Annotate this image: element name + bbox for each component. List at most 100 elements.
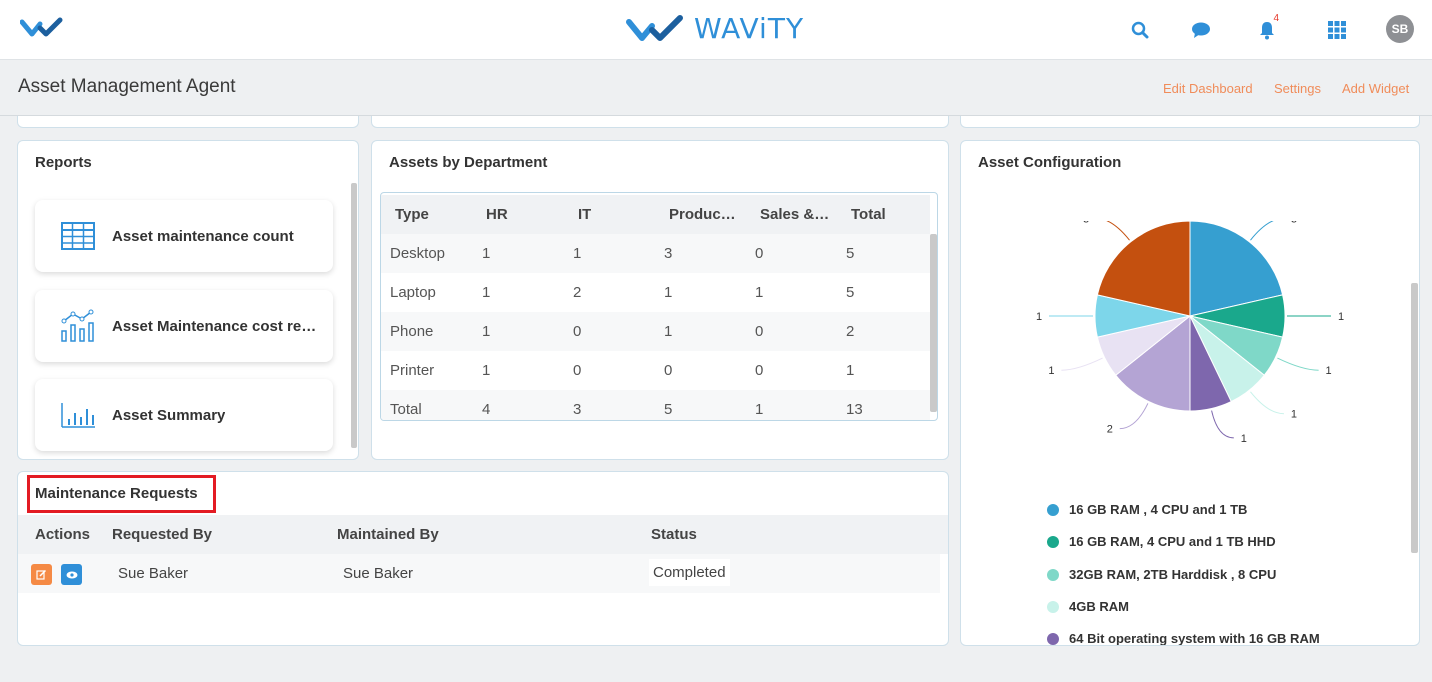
table-cell: 1 xyxy=(482,284,491,301)
reports-scrollbar[interactable] xyxy=(351,183,357,448)
department-title: Assets by Department xyxy=(389,154,548,171)
pie-value-label: 3 xyxy=(1291,221,1297,225)
report-card-asset-summary[interactable]: Asset Summary xyxy=(35,379,333,451)
table-scrollbar[interactable] xyxy=(930,234,937,412)
table-cell: 1 xyxy=(846,362,855,379)
reports-widget: Reports Asset maintenance count Asset Ma… xyxy=(17,140,359,460)
page-title: Asset Management Agent xyxy=(18,76,236,97)
legend-dot xyxy=(1047,535,1059,548)
report-label: Asset maintenance count xyxy=(112,227,294,245)
brand-mark-icon xyxy=(626,14,683,41)
table-cell: 1 xyxy=(755,284,764,301)
table-cell: Phone xyxy=(390,323,434,340)
line-bar-chart-icon xyxy=(58,308,98,344)
add-widget-link[interactable]: Add Widget xyxy=(1342,81,1409,96)
legend-item[interactable]: 16 GB RAM, 4 CPU and 1 TB HHD xyxy=(1047,534,1276,549)
status-badge: Completed xyxy=(649,559,730,586)
table-cell: 3 xyxy=(664,245,673,262)
reports-title: Reports xyxy=(35,154,92,171)
table-cell: 0 xyxy=(755,362,764,379)
table-row[interactable]: Sue Baker Sue Baker Completed xyxy=(18,554,940,593)
table-header-row: Actions Requested By Maintained By Statu… xyxy=(18,515,948,554)
table-cell: 13 xyxy=(846,401,863,418)
column-header[interactable]: Maintained By xyxy=(337,526,439,543)
brand-name: WAViTY xyxy=(694,12,805,45)
legend-label: 16 GB RAM, 4 CPU and 1 TB HHD xyxy=(1069,534,1276,549)
department-table: Type HR IT Produc… Sales &… Total Deskto… xyxy=(380,192,938,421)
column-header[interactable]: Produc… xyxy=(669,206,736,223)
column-header[interactable]: Status xyxy=(651,526,697,543)
legend-item[interactable]: 32GB RAM, 2TB Harddisk , 8 CPU xyxy=(1047,567,1276,582)
legend-label: 64 Bit operating system with 16 GB RAM xyxy=(1069,631,1320,646)
notification-bell-icon[interactable]: 4 xyxy=(1255,13,1279,42)
pie-value-label: 1 xyxy=(1291,409,1297,421)
pie-value-label: 1 xyxy=(1326,365,1332,377)
table-row[interactable]: Printer 1 0 0 0 1 xyxy=(381,351,930,390)
app-logo-icon[interactable] xyxy=(19,16,76,43)
table-cell: 3 xyxy=(573,401,582,418)
top-navbar: WAViTY 4 SB xyxy=(0,0,1432,60)
legend-item[interactable]: 64 Bit operating system with 16 GB RAM xyxy=(1047,631,1320,646)
table-row-total[interactable]: Total 4 3 5 1 13 xyxy=(381,390,930,420)
user-avatar[interactable]: SB xyxy=(1386,15,1414,43)
table-cell: Total xyxy=(390,401,422,418)
legend-item[interactable]: 4GB RAM xyxy=(1047,599,1129,614)
report-card-maintenance-count[interactable]: Asset maintenance count xyxy=(35,200,333,272)
pie-leader-line xyxy=(1211,410,1234,439)
table-cell: 1 xyxy=(482,245,491,262)
panel-scrollbar[interactable] xyxy=(1411,283,1418,553)
report-label: Asset Maintenance cost rep… xyxy=(112,317,322,335)
table-cell: 1 xyxy=(482,323,491,340)
widget-stub xyxy=(371,116,949,128)
pie-value-label: 2 xyxy=(1107,424,1113,436)
column-header: Actions xyxy=(35,526,91,543)
widget-stub xyxy=(960,116,1420,128)
edit-icon[interactable] xyxy=(31,564,52,585)
legend-item[interactable]: 16 GB RAM , 4 CPU and 1 TB xyxy=(1047,502,1247,517)
column-header[interactable]: Requested By xyxy=(112,526,212,543)
table-cell: 0 xyxy=(573,362,582,379)
table-cell: 1 xyxy=(664,323,673,340)
table-row[interactable]: Desktop 1 1 3 0 5 xyxy=(381,234,930,273)
highlight-annotation xyxy=(27,475,216,513)
table-cell: Desktop xyxy=(390,245,446,262)
edit-dashboard-link[interactable]: Edit Dashboard xyxy=(1163,81,1253,96)
settings-link[interactable]: Settings xyxy=(1274,81,1321,96)
legend-dot xyxy=(1047,632,1059,645)
brand-logo: WAViTY xyxy=(626,12,804,45)
table-row[interactable]: Phone 1 0 1 0 2 xyxy=(381,312,930,351)
apps-grid-icon[interactable] xyxy=(1325,18,1349,42)
view-eye-icon[interactable] xyxy=(61,564,82,585)
column-header[interactable]: Type xyxy=(395,206,429,223)
pie-leader-line xyxy=(1250,221,1274,241)
legend-dot xyxy=(1047,503,1059,516)
chat-icon[interactable] xyxy=(1189,18,1213,42)
search-icon[interactable] xyxy=(1128,18,1152,42)
column-header[interactable]: IT xyxy=(578,206,591,223)
column-header[interactable]: HR xyxy=(486,206,508,223)
pie-value-label: 1 xyxy=(1241,433,1247,445)
table-cell: 2 xyxy=(846,323,855,340)
pie-value-label: 1 xyxy=(1036,311,1042,323)
table-row[interactable]: Laptop 1 2 1 1 5 xyxy=(381,273,930,312)
legend-label: 4GB RAM xyxy=(1069,599,1129,614)
table-cell: 1 xyxy=(755,401,764,418)
table-cell: 5 xyxy=(846,245,855,262)
table-cell: 2 xyxy=(573,284,582,301)
pie-leader-line xyxy=(1106,221,1130,241)
legend-label: 16 GB RAM , 4 CPU and 1 TB xyxy=(1069,502,1248,517)
table-cell: 5 xyxy=(664,401,673,418)
table-cell: 0 xyxy=(755,323,764,340)
column-header[interactable]: Total xyxy=(851,206,886,223)
report-card-maintenance-cost[interactable]: Asset Maintenance cost rep… xyxy=(35,290,333,362)
pie-leader-line xyxy=(1250,391,1284,415)
asset-configuration-widget: Asset Configuration 3 1 1 1 1 2 1 1 3 16 GB RAM … xyxy=(960,140,1420,646)
column-header[interactable]: Sales &… xyxy=(760,206,829,223)
table-cell: 1 xyxy=(573,245,582,262)
table-cell: 0 xyxy=(573,323,582,340)
bar-chart-icon xyxy=(58,397,98,433)
table-cell: 4 xyxy=(482,401,491,418)
report-label: Asset Summary xyxy=(112,406,226,424)
table-cell: 1 xyxy=(482,362,491,379)
legend-label: 32GB RAM, 2TB Harddisk , 8 CPU xyxy=(1069,567,1277,582)
